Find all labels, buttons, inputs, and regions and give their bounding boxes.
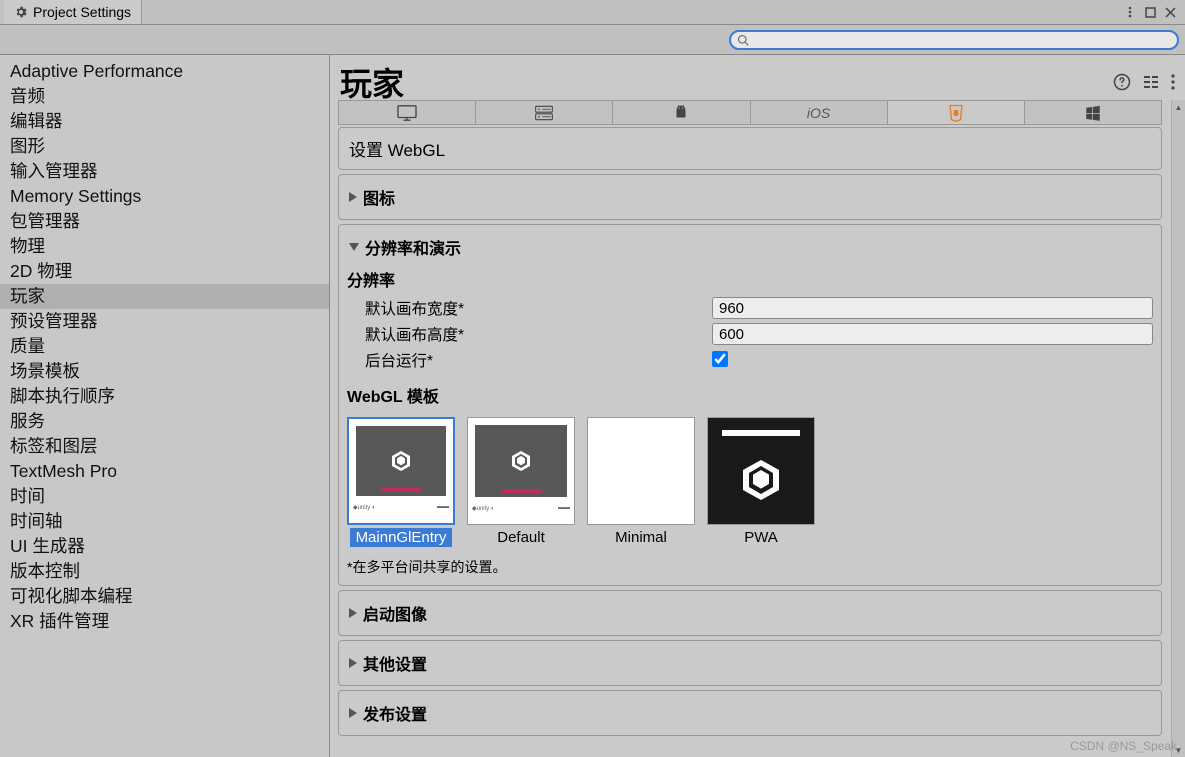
foldout-publish[interactable]: 发布设置 [347, 695, 1153, 731]
gear-icon [14, 5, 28, 19]
sidebar-item[interactable]: 时间轴 [0, 509, 329, 534]
menu-icon[interactable] [1171, 74, 1175, 90]
field-run-background: 后台运行* [347, 347, 1153, 373]
platform-tab-windows[interactable] [1025, 101, 1161, 124]
foldout-splash[interactable]: 启动图像 [347, 595, 1153, 631]
maximize-icon[interactable] [1143, 5, 1157, 19]
sidebar-item[interactable]: 物理 [0, 234, 329, 259]
shared-settings-footnote: *在多平台间共享的设置。 [347, 553, 1153, 581]
platform-settings-panel: 设置 WebGL [338, 127, 1162, 170]
page-title: 玩家 [340, 59, 404, 105]
sidebar-item[interactable]: 场景模板 [0, 359, 329, 384]
canvas-width-input[interactable] [712, 297, 1153, 319]
section-publish: 发布设置 [338, 690, 1162, 736]
watermark: CSDN @NS_Speak [1070, 739, 1177, 753]
section-splash: 启动图像 [338, 590, 1162, 636]
sidebar-item[interactable]: 预设管理器 [0, 309, 329, 334]
section-resolution: 分辨率和演示 分辨率 默认画布宽度* 默认画布高度* 后台运行* WebGL 模… [338, 224, 1162, 586]
close-icon[interactable] [1163, 5, 1177, 19]
scroll-up-icon[interactable]: ▲ [1172, 100, 1185, 114]
preset-icon[interactable] [1143, 74, 1159, 90]
search-icon [737, 34, 749, 46]
section-other: 其他设置 [338, 640, 1162, 686]
platform-tabs: iOS 5 [338, 100, 1162, 125]
sidebar-item[interactable]: 脚本执行顺序 [0, 384, 329, 409]
chevron-right-icon [349, 608, 357, 618]
template-mainnglentry[interactable]: ◆unity ◐▬▬ MainnGlEntry [347, 417, 455, 547]
titlebar: Project Settings [0, 0, 1185, 25]
sidebar-item[interactable]: 版本控制 [0, 559, 329, 584]
templates-grid: ◆unity ◐▬▬ MainnGlEntry ◆unity ◐▬▬ D [347, 411, 1153, 553]
platform-tab-server[interactable] [476, 101, 613, 124]
settings-content: 玩家 iOS 5 设置 WebGL [330, 55, 1185, 757]
chevron-right-icon [349, 192, 357, 202]
platform-tab-ios[interactable]: iOS [751, 101, 888, 124]
sidebar-item[interactable]: 时间 [0, 484, 329, 509]
sidebar-item[interactable]: 音频 [0, 84, 329, 109]
sidebar-item[interactable]: XR 插件管理 [0, 609, 329, 634]
vertical-scrollbar[interactable]: ▲ ▼ [1171, 100, 1185, 757]
kebab-icon[interactable] [1123, 5, 1137, 19]
search-input[interactable] [729, 30, 1179, 50]
sidebar-item[interactable]: 标签和图层 [0, 434, 329, 459]
settings-sidebar[interactable]: Adaptive Performance音频编辑器图形输入管理器Memory S… [0, 55, 330, 757]
sidebar-item[interactable]: 输入管理器 [0, 159, 329, 184]
section-icon: 图标 [338, 174, 1162, 220]
sidebar-item[interactable]: 质量 [0, 334, 329, 359]
unity-logo-icon [509, 449, 533, 473]
chevron-down-icon [349, 243, 359, 251]
foldout-icon[interactable]: 图标 [347, 179, 1153, 215]
window-controls [1123, 5, 1185, 19]
template-pwa[interactable]: PWA [707, 417, 815, 547]
sidebar-item[interactable]: 编辑器 [0, 109, 329, 134]
foldout-resolution[interactable]: 分辨率和演示 [347, 229, 1153, 265]
platform-tab-webgl[interactable]: 5 [888, 101, 1025, 124]
sidebar-item[interactable]: Memory Settings [0, 184, 329, 209]
sidebar-item[interactable]: Adaptive Performance [0, 59, 329, 84]
toolbar [0, 25, 1185, 55]
platform-tab-desktop[interactable] [339, 101, 476, 124]
svg-text:5: 5 [954, 108, 958, 117]
sidebar-item[interactable]: 包管理器 [0, 209, 329, 234]
sidebar-item[interactable]: 可视化脚本编程 [0, 584, 329, 609]
resolution-subheader: 分辨率 [347, 265, 1153, 295]
run-background-checkbox[interactable] [712, 351, 728, 367]
foldout-other[interactable]: 其他设置 [347, 645, 1153, 681]
sidebar-item[interactable]: 图形 [0, 134, 329, 159]
sidebar-item[interactable]: 服务 [0, 409, 329, 434]
platform-tab-android[interactable] [613, 101, 750, 124]
sidebar-item[interactable]: 玩家 [0, 284, 329, 309]
unity-logo-icon [389, 449, 413, 473]
window-title: Project Settings [33, 4, 131, 20]
template-default[interactable]: ◆unity ◐▬▬ Default [467, 417, 575, 547]
field-canvas-width: 默认画布宽度* [347, 295, 1153, 321]
canvas-height-input[interactable] [712, 323, 1153, 345]
templates-header: WebGL 模板 [347, 381, 1153, 411]
sidebar-item[interactable]: UI 生成器 [0, 534, 329, 559]
main-layout: Adaptive Performance音频编辑器图形输入管理器Memory S… [0, 55, 1185, 757]
template-minimal[interactable]: Minimal [587, 417, 695, 547]
sidebar-item[interactable]: 2D 物理 [0, 259, 329, 284]
sidebar-item[interactable]: TextMesh Pro [0, 459, 329, 484]
window-tab[interactable]: Project Settings [4, 0, 142, 24]
help-icon[interactable] [1113, 73, 1131, 91]
field-canvas-height: 默认画布高度* [347, 321, 1153, 347]
chevron-right-icon [349, 658, 357, 668]
unity-logo-icon [737, 456, 785, 504]
chevron-right-icon [349, 708, 357, 718]
platform-section-title: 设置 WebGL [347, 132, 1153, 165]
